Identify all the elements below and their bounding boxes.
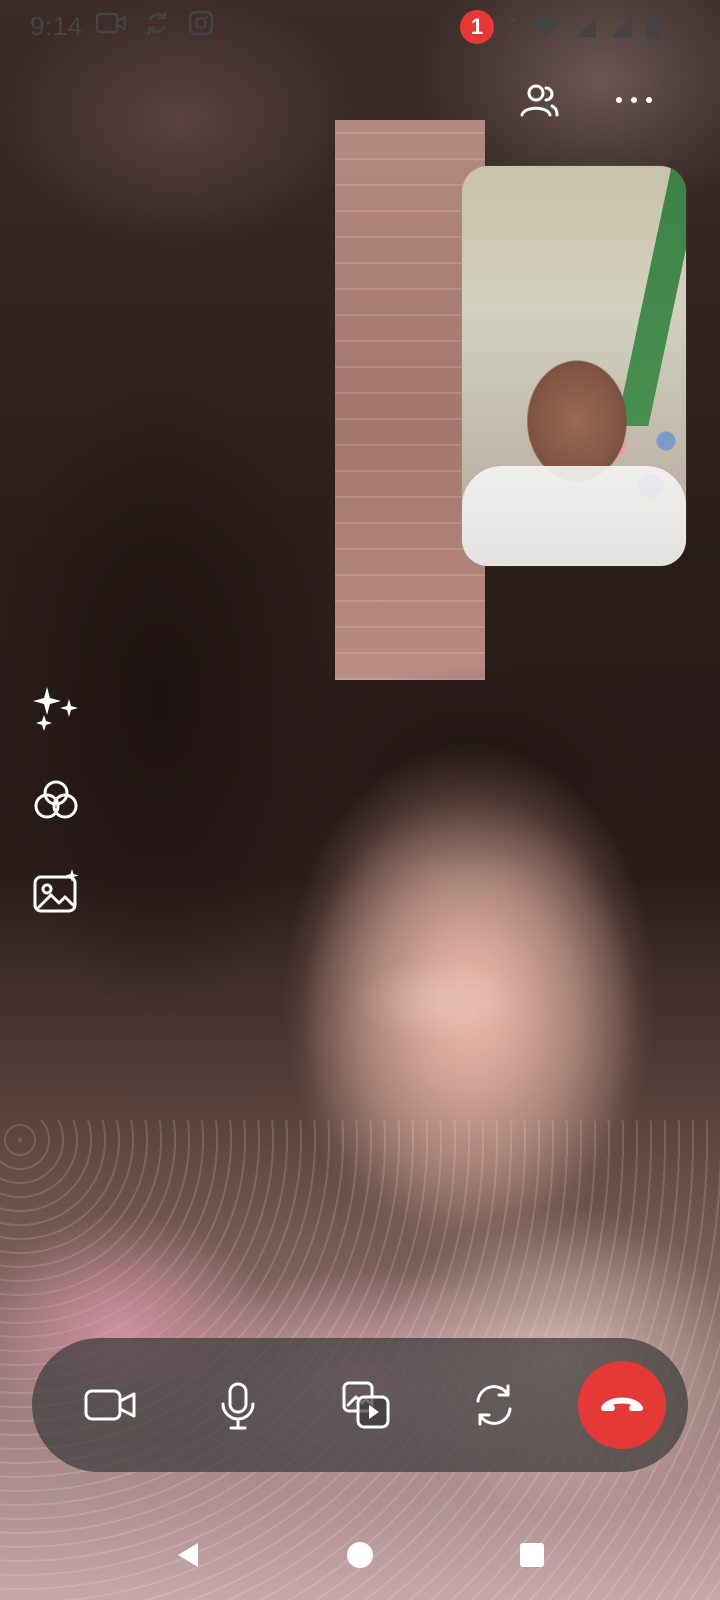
- status-time: 9:14: [30, 11, 83, 41]
- notification-badge: 1: [460, 10, 494, 44]
- filters-icon: [29, 773, 83, 827]
- home-button[interactable]: [340, 1535, 380, 1575]
- video-camera-icon: [96, 11, 126, 35]
- system-navigation-bar: [0, 1510, 720, 1600]
- status-bar: 9:14 1: [0, 0, 720, 52]
- signal-icon: [610, 15, 634, 39]
- recents-icon: [517, 1540, 547, 1570]
- left-effects-toolbar: [28, 680, 84, 920]
- share-media-button[interactable]: [322, 1361, 410, 1449]
- flip-camera-button[interactable]: [450, 1361, 538, 1449]
- toggle-camera-button[interactable]: [66, 1361, 154, 1449]
- status-right-icons: 1: [460, 10, 662, 44]
- effects-button[interactable]: [28, 680, 84, 736]
- end-call-icon: [600, 1392, 644, 1418]
- microphone-icon: [216, 1378, 260, 1432]
- status-left-icons: [96, 10, 214, 36]
- background-button[interactable]: [28, 864, 84, 920]
- end-call-button[interactable]: [578, 1361, 666, 1449]
- back-icon: [173, 1539, 203, 1571]
- wifi-icon: [532, 15, 562, 39]
- toggle-microphone-button[interactable]: [194, 1361, 282, 1449]
- signal-icon: [574, 15, 598, 39]
- more-options-button[interactable]: [608, 74, 660, 126]
- more-horizontal-icon: [613, 94, 655, 106]
- people-icon: [516, 78, 560, 122]
- sync-icon: [144, 10, 170, 36]
- remote-person-clothing: [462, 466, 686, 566]
- background-image-icon: [29, 865, 83, 919]
- filters-button[interactable]: [28, 772, 84, 828]
- flip-camera-icon: [466, 1377, 522, 1433]
- back-button[interactable]: [168, 1535, 208, 1575]
- remote-video-preview[interactable]: [462, 166, 686, 566]
- top-actions: [512, 74, 660, 126]
- data-arrows-icon: [506, 14, 520, 40]
- share-media-icon: [338, 1377, 394, 1433]
- sparkles-effects-icon: [29, 681, 83, 735]
- call-controls-bar: [32, 1338, 688, 1472]
- battery-icon: [646, 14, 662, 40]
- recents-button[interactable]: [512, 1535, 552, 1575]
- instagram-icon: [188, 10, 214, 36]
- participants-button[interactable]: [512, 74, 564, 126]
- home-icon: [345, 1540, 375, 1570]
- camera-icon: [82, 1383, 138, 1427]
